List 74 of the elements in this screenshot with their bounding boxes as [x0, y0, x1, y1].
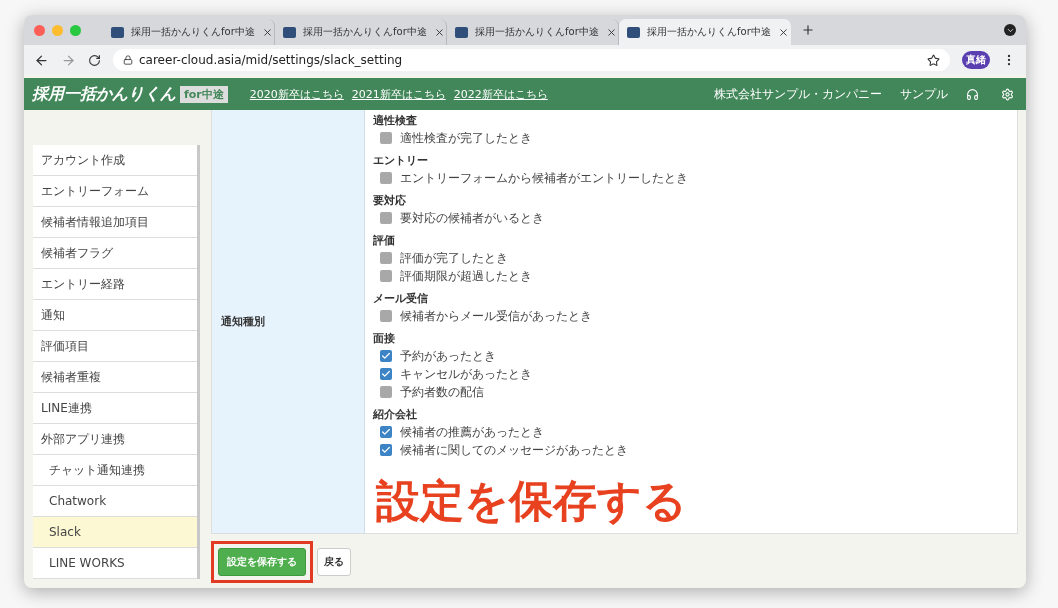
close-icon[interactable] — [777, 26, 789, 38]
checkbox[interactable] — [380, 368, 392, 380]
close-icon[interactable] — [261, 26, 273, 38]
sidebar-item[interactable]: 候補者フラグ — [33, 238, 197, 269]
back-icon[interactable] — [34, 52, 49, 68]
headset-icon[interactable] — [966, 87, 979, 101]
company-name: 株式会社サンプル・カンパニー — [714, 85, 882, 103]
group-title: 要対応 — [373, 193, 406, 209]
reload-icon[interactable] — [88, 53, 101, 67]
option-label: 候補者からメール受信があったとき — [400, 308, 592, 324]
option-label: エントリーフォームから候補者がエントリーしたとき — [400, 170, 688, 186]
field-label: 通知種別 — [221, 314, 265, 329]
user-name[interactable]: サンプル — [900, 85, 948, 103]
option-label: 評価が完了したとき — [400, 250, 508, 266]
favicon-icon — [111, 26, 124, 38]
group-title: 紹介会社 — [373, 407, 417, 423]
header-link[interactable]: 2020新卒はこちら — [249, 86, 344, 102]
checkbox[interactable] — [380, 444, 392, 456]
checkbox[interactable] — [380, 386, 392, 398]
sidebar-item[interactable]: エントリーフォーム — [33, 176, 197, 207]
checkbox[interactable] — [380, 310, 392, 322]
option-label: 適性検査が完了したとき — [400, 130, 532, 146]
sidebar-item[interactable]: 評価項目 — [33, 331, 197, 362]
lock-icon — [123, 55, 133, 65]
group-title: 評価 — [373, 233, 395, 249]
sidebar-item[interactable]: LINE WORKS — [33, 548, 197, 579]
back-button[interactable]: 戻る — [317, 548, 351, 576]
close-icon[interactable] — [433, 26, 445, 38]
star-icon[interactable] — [927, 53, 940, 67]
favicon-icon — [455, 26, 468, 38]
sidebar-item[interactable]: LINE連携 — [33, 393, 197, 424]
checkbox[interactable] — [380, 350, 392, 362]
favicon-icon — [627, 26, 640, 38]
checkbox[interactable] — [380, 426, 392, 438]
sidebar-item[interactable]: 候補者情報追加項目 — [33, 207, 197, 238]
new-tab-icon[interactable] — [801, 23, 815, 37]
group-title: メール受信 — [373, 291, 428, 307]
browser-tab[interactable]: 採用一括かんりくんfor中途 — [619, 19, 791, 45]
sidebar-item[interactable]: エントリー経路 — [33, 269, 197, 300]
forward-icon[interactable] — [61, 52, 76, 68]
group-title: 適性検査 — [373, 113, 417, 129]
checkbox[interactable] — [380, 270, 392, 282]
option-label: 候補者の推薦があったとき — [400, 424, 544, 440]
option-label: 要対応の候補者がいるとき — [400, 210, 544, 226]
tab-search-icon[interactable] — [1004, 24, 1016, 36]
group-title: 面接 — [373, 331, 395, 347]
sidebar-item[interactable]: チャット通知連携 — [33, 455, 197, 486]
sidebar-item[interactable]: アカウント作成 — [33, 145, 197, 176]
settings-icon[interactable] — [1001, 87, 1014, 101]
profile-avatar[interactable]: 真緒 — [962, 51, 990, 69]
close-window-icon[interactable] — [34, 24, 45, 36]
sidebar-item[interactable]: 外部アプリ連携 — [33, 424, 197, 455]
callout-text: 設定を保存する — [376, 474, 687, 528]
sidebar-item[interactable]: Chatwork — [33, 486, 197, 517]
checkbox[interactable] — [380, 252, 392, 264]
option-label: 予約があったとき — [400, 348, 496, 364]
sidebar-item[interactable]: 通知 — [33, 300, 197, 331]
sidebar-item[interactable]: Slack — [33, 517, 197, 548]
logo-badge: for中途 — [180, 85, 228, 103]
option-label: キャンセルがあったとき — [400, 366, 532, 382]
sidebar-item[interactable]: 候補者重複 — [33, 362, 197, 393]
option-label: 候補者に関してのメッセージがあったとき — [400, 442, 628, 458]
logo[interactable]: 採用一括かんりくん — [32, 83, 176, 105]
checkbox[interactable] — [380, 172, 392, 184]
header-link[interactable]: 2022新卒はこちら — [453, 86, 548, 102]
option-label: 予約者数の配信 — [400, 384, 484, 400]
address-bar[interactable]: career-cloud.asia/mid/settings/slack_setting — [113, 49, 950, 71]
checkbox[interactable] — [380, 212, 392, 224]
group-title: エントリー — [373, 153, 428, 169]
close-icon[interactable] — [605, 26, 617, 38]
header-link[interactable]: 2021新卒はこちら — [351, 86, 446, 102]
option-label: 評価期限が超過したとき — [400, 268, 532, 284]
checkbox[interactable] — [380, 132, 392, 144]
favicon-icon — [283, 26, 296, 38]
